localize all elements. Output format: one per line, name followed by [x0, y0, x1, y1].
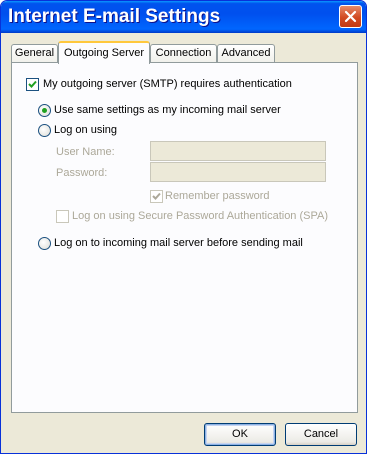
checkmark-icon	[28, 80, 37, 88]
tab-connection[interactable]: Connection	[150, 44, 217, 63]
use-same-settings-label[interactable]: Use same settings as my incoming mail se…	[54, 104, 281, 116]
cancel-button[interactable]: Cancel	[285, 423, 357, 446]
outgoing-server-panel: My outgoing server (SMTP) requires authe…	[11, 62, 358, 413]
dialog-window: Internet E-mail Settings General Outgoin…	[0, 0, 367, 454]
remember-password-label: Remember password	[165, 190, 270, 202]
log-on-incoming-radio[interactable]	[38, 237, 51, 250]
tab-general[interactable]: General	[11, 44, 58, 63]
password-label: Password:	[56, 167, 108, 179]
tab-advanced[interactable]: Advanced	[217, 44, 275, 63]
tab-outgoing-server[interactable]: Outgoing Server	[58, 41, 150, 64]
window-title: Internet E-mail Settings	[8, 6, 221, 27]
spa-checkbox[interactable]	[56, 210, 69, 223]
smtp-auth-checkbox[interactable]	[26, 78, 39, 91]
username-field[interactable]	[150, 141, 326, 161]
password-field[interactable]	[150, 162, 326, 182]
spa-label: Log on using Secure Password Authenticat…	[72, 210, 329, 222]
remember-password-checkbox[interactable]	[150, 190, 163, 203]
smtp-auth-label[interactable]: My outgoing server (SMTP) requires authe…	[43, 78, 292, 90]
close-icon	[344, 10, 357, 23]
username-label: User Name:	[56, 146, 115, 158]
log-on-using-radio[interactable]	[38, 124, 51, 137]
ok-button[interactable]: OK	[204, 423, 276, 446]
radio-selected-dot	[42, 108, 47, 113]
close-button[interactable]	[339, 5, 362, 28]
use-same-settings-radio[interactable]	[38, 104, 51, 117]
title-bar[interactable]: Internet E-mail Settings	[1, 1, 366, 33]
log-on-incoming-label[interactable]: Log on to incoming mail server before se…	[54, 237, 303, 249]
checkmark-icon	[152, 192, 161, 200]
log-on-using-label[interactable]: Log on using	[54, 124, 117, 136]
